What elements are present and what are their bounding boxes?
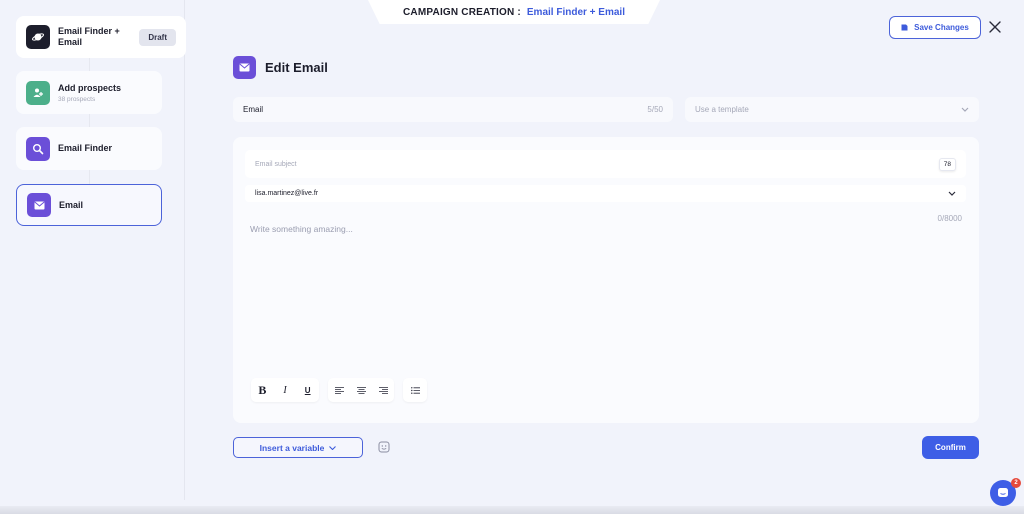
planet-icon bbox=[26, 25, 50, 49]
underline-icon[interactable]: U bbox=[296, 378, 319, 402]
save-changes-button[interactable]: Save Changes bbox=[889, 16, 981, 39]
text-style-toolbar: B I U bbox=[251, 378, 319, 402]
sidebar-item-email-finder[interactable]: Email Finder bbox=[16, 127, 162, 170]
emoji-icon[interactable] bbox=[378, 440, 392, 454]
insert-variable-button[interactable]: Insert a variable bbox=[233, 437, 363, 458]
template-placeholder: Use a template bbox=[695, 105, 749, 114]
confirm-button[interactable]: Confirm bbox=[922, 436, 979, 459]
template-select[interactable]: Use a template bbox=[685, 97, 979, 122]
bottom-edge bbox=[0, 506, 1024, 514]
step-title: Add prospects bbox=[58, 82, 122, 93]
user-plus-icon bbox=[26, 80, 50, 105]
alignment-toolbar bbox=[328, 378, 394, 402]
sender-select[interactable]: lisa.martinez@live.fr bbox=[245, 185, 966, 202]
italic-icon[interactable]: I bbox=[274, 378, 297, 402]
envelope-icon bbox=[27, 193, 51, 217]
step-name-input[interactable]: Email 5/50 bbox=[233, 97, 673, 122]
bullet-list-icon[interactable] bbox=[403, 378, 427, 402]
email-body-input[interactable]: Write something amazing... bbox=[250, 224, 353, 234]
bold-icon[interactable]: B bbox=[251, 378, 274, 402]
header-label: CAMPAIGN CREATION : bbox=[403, 6, 521, 18]
sidebar-item-email[interactable]: Email bbox=[16, 184, 162, 226]
align-left-icon[interactable] bbox=[328, 378, 350, 402]
sidebar-separator bbox=[184, 0, 185, 500]
save-label: Save Changes bbox=[914, 23, 969, 32]
status-badge: Draft bbox=[139, 28, 176, 46]
step-connector bbox=[89, 58, 90, 71]
close-icon[interactable] bbox=[988, 20, 1002, 34]
chevron-down-icon bbox=[948, 191, 956, 196]
email-subject-input[interactable]: Email subject 78 bbox=[245, 150, 966, 178]
email-editor: Email subject 78 lisa.martinez@live.fr 0… bbox=[233, 137, 979, 423]
campaign-card[interactable]: Email Finder + Email Draft bbox=[16, 16, 186, 58]
list-toolbar bbox=[403, 378, 427, 402]
step-title: Email Finder bbox=[58, 143, 113, 153]
step-connector bbox=[89, 170, 90, 184]
notification-badge: 2 bbox=[1011, 478, 1021, 488]
chevron-down-icon bbox=[329, 445, 337, 450]
align-center-icon[interactable] bbox=[350, 378, 372, 402]
search-icon bbox=[26, 136, 50, 161]
sidebar-item-add-prospects[interactable]: Add prospects 38 prospects bbox=[16, 71, 162, 114]
sender-value: lisa.martinez@live.fr bbox=[255, 190, 319, 197]
page-title: Edit Email bbox=[265, 60, 328, 75]
step-title: Email bbox=[59, 199, 84, 210]
body-counter: 0/8000 bbox=[937, 214, 962, 223]
envelope-icon bbox=[233, 56, 256, 79]
chevron-down-icon bbox=[961, 107, 969, 112]
chat-icon bbox=[998, 488, 1008, 497]
save-icon bbox=[901, 24, 908, 31]
header-campaign-name: Email Finder + Email bbox=[526, 6, 625, 18]
campaign-header: CAMPAIGN CREATION : Email Finder + Email bbox=[368, 0, 660, 24]
insert-variable-label: Insert a variable bbox=[259, 442, 325, 453]
subject-placeholder: Email subject bbox=[255, 160, 297, 168]
step-name-counter: 5/50 bbox=[647, 105, 663, 114]
step-connector bbox=[89, 114, 90, 127]
subject-counter: 78 bbox=[938, 157, 956, 171]
campaign-title: Email Finder + Email bbox=[58, 26, 120, 47]
align-right-icon[interactable] bbox=[372, 378, 394, 402]
step-subtitle: 38 prospects bbox=[58, 95, 96, 103]
step-name-value: Email bbox=[243, 105, 264, 114]
